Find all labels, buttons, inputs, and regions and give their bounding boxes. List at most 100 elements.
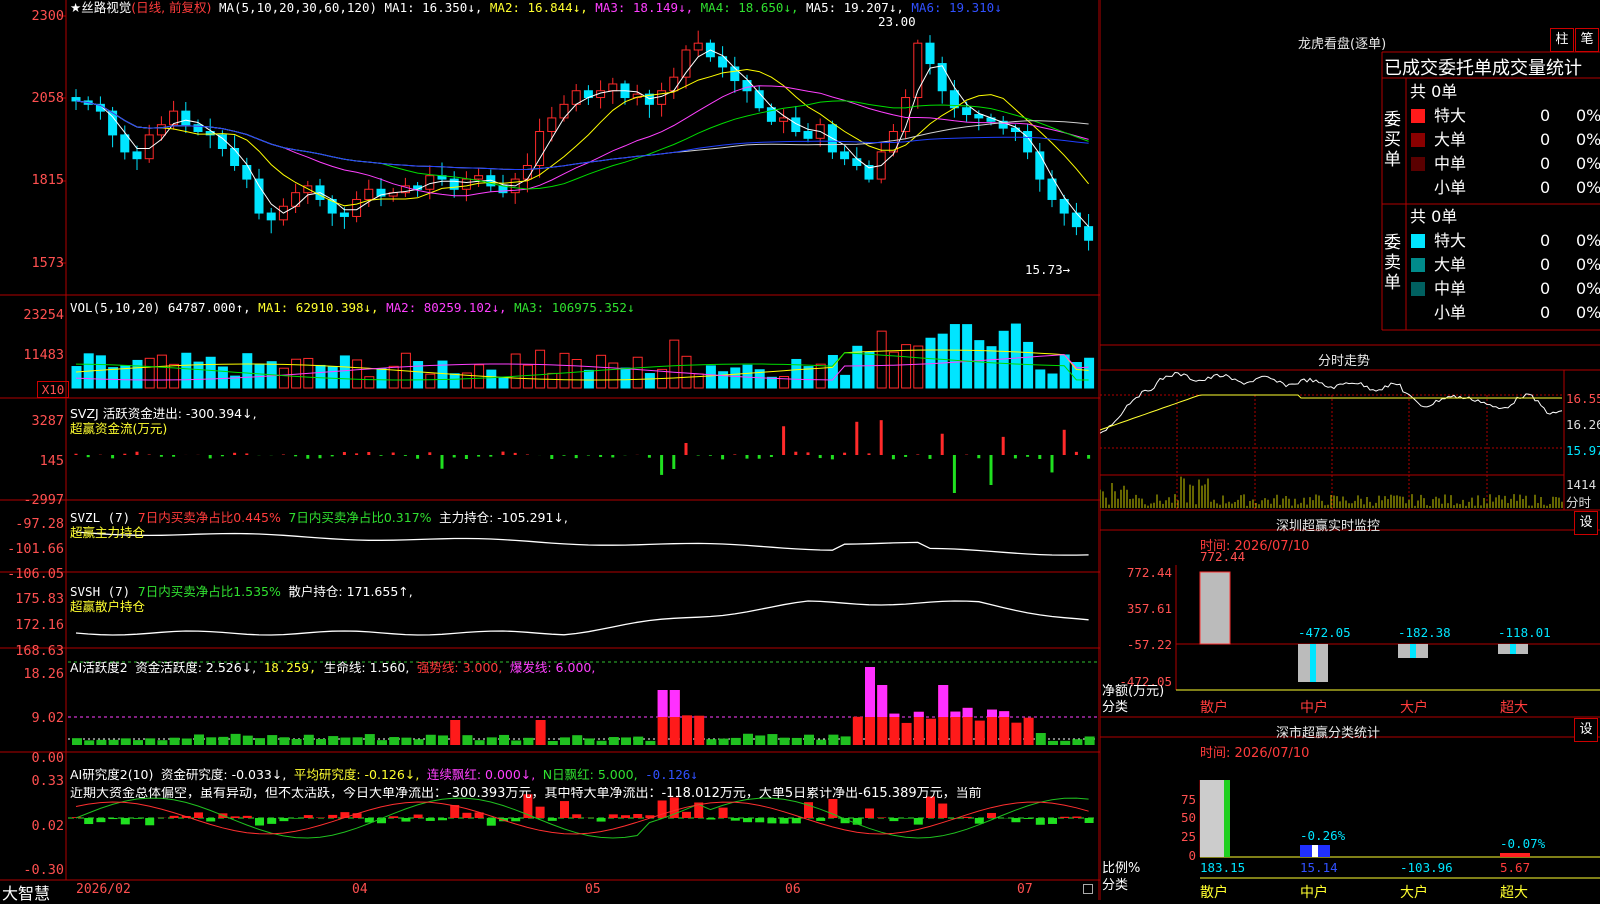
candle-body <box>536 132 544 166</box>
chart-canvas[interactable] <box>0 0 1100 900</box>
vol-unit: X10 <box>37 381 69 398</box>
svzl-header: SVZL (7) 7日内买卖净占比0.445% 7日内买卖净占比0.317% 主… <box>70 511 568 525</box>
sz-class-time: 时间: 2026/07/10 <box>1200 742 1309 761</box>
mid-ratio-accent <box>1312 845 1318 857</box>
volume-bar <box>548 373 557 388</box>
svsh-axis-2: 172.16 <box>2 617 64 633</box>
candle-body <box>548 118 556 132</box>
volume-bar <box>96 356 105 388</box>
svzj-axis-3: -2997 <box>2 492 64 508</box>
research-bar <box>279 818 288 821</box>
sell-side-label: 委卖单 <box>1384 233 1404 293</box>
intraday-title: 分时走势 <box>1318 350 1370 369</box>
activity-bar <box>584 738 594 745</box>
candle-body <box>1085 227 1093 241</box>
volume-bar <box>889 352 898 388</box>
app-logo: 大智慧 <box>2 880 50 904</box>
volume-bar <box>584 370 593 388</box>
vol-axis-1: 23254 <box>2 307 64 323</box>
candle-body <box>1072 213 1080 227</box>
activity-bar <box>828 735 838 745</box>
research-bar <box>96 818 105 822</box>
research-bar <box>755 818 764 822</box>
volume-bar <box>1024 342 1033 388</box>
volume-bar <box>72 367 81 388</box>
sz-class-settings-button[interactable]: 设 <box>1574 718 1598 742</box>
sell-row-pct: 0% <box>1576 301 1600 325</box>
ai2-label: AI活跃度2 <box>70 660 128 675</box>
research-bar <box>536 807 545 818</box>
ma-label: MA(5,10,20,30,60,120) <box>219 0 377 15</box>
bar-view-button[interactable]: 柱 <box>1550 28 1574 52</box>
sell-row-count: 0 <box>1540 229 1550 253</box>
candle-body <box>658 91 666 105</box>
activity-bar <box>462 735 472 745</box>
activity-bar <box>536 720 546 745</box>
research-bar <box>1072 817 1081 818</box>
volume-bar <box>963 325 972 388</box>
volume-bar <box>450 374 459 388</box>
activity-bar <box>96 740 106 745</box>
research-bar <box>597 818 606 822</box>
svzj-axis-2: 145 <box>2 453 64 469</box>
activity-burst-bar <box>987 710 997 717</box>
activity-bar <box>975 721 985 745</box>
sz-monitor-settings-button[interactable]: 设 <box>1574 511 1598 535</box>
svsh-axis-1: 175.83 <box>2 591 64 607</box>
ma4-line <box>76 101 1089 189</box>
sz-class-pct-1: -0.26% <box>1300 828 1345 843</box>
activity-bar <box>133 740 143 745</box>
activity-bar <box>182 739 192 745</box>
kline-mode[interactable]: (日线, 前复权) <box>131 0 211 15</box>
activity-bar <box>792 738 802 745</box>
tick-view-button[interactable]: 笔 <box>1575 28 1599 52</box>
sell-row-name: 小单 <box>1434 301 1466 325</box>
sz-class-xlabel: 分类 <box>1102 874 1128 893</box>
vol-ma2: MA2: 80259.102↓, <box>386 300 506 315</box>
activity-bar <box>780 738 790 745</box>
air-v2: 平均研究度: -0.126↓, <box>294 767 419 782</box>
research-bar <box>938 804 947 818</box>
date-label-2: 04 <box>352 882 368 897</box>
activity-bar <box>243 736 253 745</box>
activity-bar <box>170 738 180 745</box>
research-bar <box>511 818 520 821</box>
buy-swatch-0 <box>1411 109 1425 123</box>
sz-class-cat-4: 超大 <box>1500 882 1528 902</box>
lhb-tab-header[interactable]: 已成交委托单成交量统计 <box>1384 54 1582 80</box>
activity-burst-bar <box>950 712 960 717</box>
research-bar <box>609 814 618 818</box>
sell-row-name: 大单 <box>1434 253 1466 277</box>
air-v5: -0.126↓ <box>645 767 698 782</box>
buy-total: 共 0单 <box>1410 80 1457 104</box>
sell-swatch-1 <box>1411 258 1425 272</box>
activity-burst-bar <box>670 690 680 717</box>
svsh-sub: 超赢散户持仓 <box>70 600 145 614</box>
activity-burst-bar <box>658 690 668 717</box>
activity-bar <box>523 738 533 745</box>
lock-icon[interactable] <box>1083 884 1093 894</box>
candle-body <box>853 159 861 166</box>
volume-bar <box>828 355 837 388</box>
sz-monitor-cat-4: 超大 <box>1500 697 1528 717</box>
activity-bar <box>401 738 411 745</box>
volume-bar <box>328 367 337 388</box>
date-label-1: 2026/02 <box>76 882 131 897</box>
ma5-line <box>76 101 1089 170</box>
sz-monitor-cat-3: 大户 <box>1400 697 1428 717</box>
sz-class-val-4: 5.67 <box>1500 860 1530 875</box>
activity-bar <box>841 736 851 745</box>
sell-row-pct: 0% <box>1576 229 1600 253</box>
main-chart-area[interactable]: ★丝路视觉(日线, 前复权) MA(5,10,20,30,60,120) MA1… <box>0 0 1100 900</box>
date-label-3: 05 <box>585 882 601 897</box>
intraday-axis-2: 16.26 <box>1566 417 1600 432</box>
svzl-buy2: 7日内买卖净占比0.317% <box>288 510 431 525</box>
buy-row-name: 特大 <box>1434 104 1466 128</box>
volume-bar <box>719 372 728 388</box>
ma2-line <box>76 70 1089 206</box>
sz-class-cat-3: 大户 <box>1400 882 1428 902</box>
volume-bar <box>279 368 288 388</box>
sz-class-axis-3: 25 <box>1100 829 1196 844</box>
svsh-header: SVSH (7) 7日内买卖净占比1.535% 散户持仓: 171.655↑, <box>70 585 413 599</box>
air-axis-2: 0.02 <box>2 818 64 834</box>
